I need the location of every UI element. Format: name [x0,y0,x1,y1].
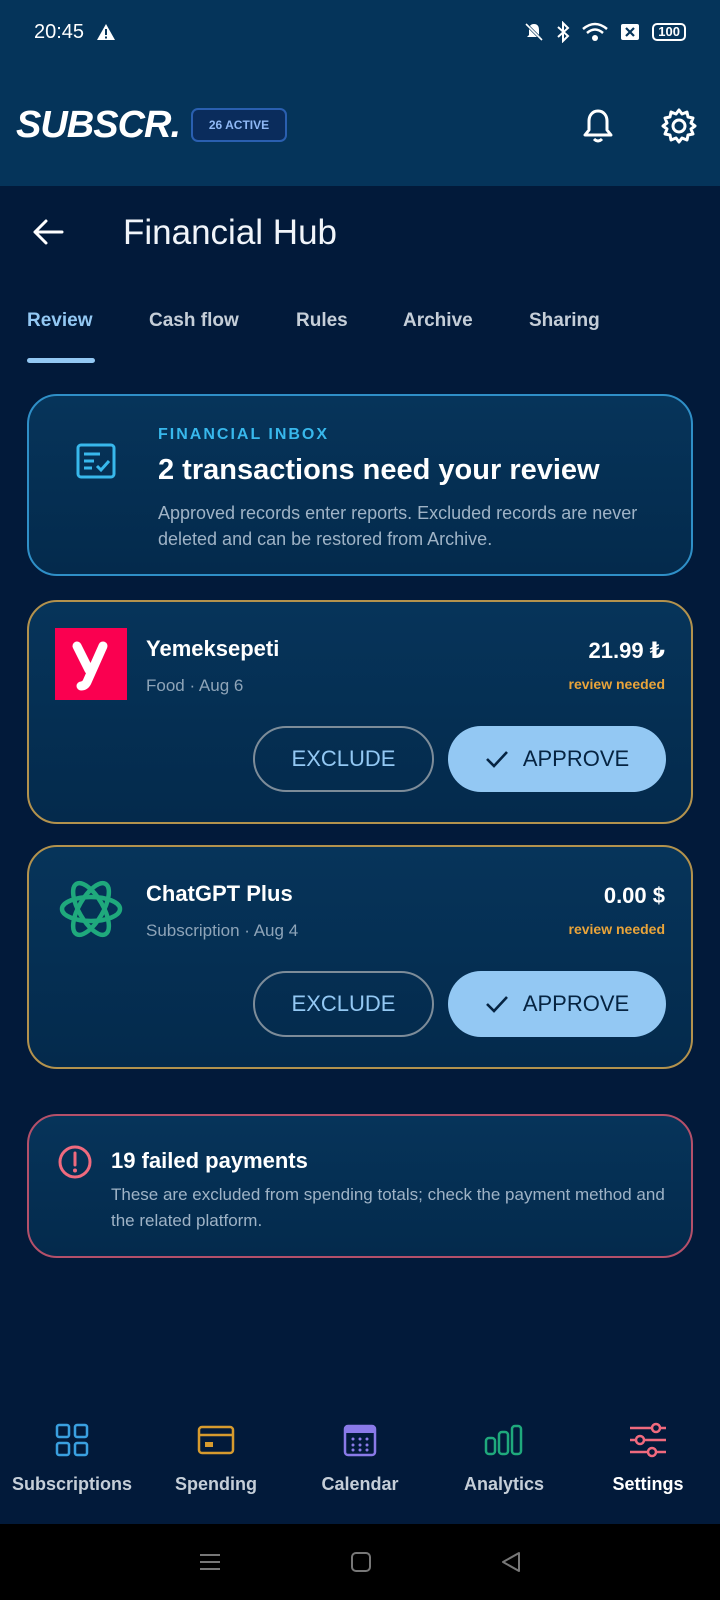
arrow-left-icon [33,219,64,245]
gear-icon [661,108,697,144]
page-title: Financial Hub [123,213,337,252]
tab-rules[interactable]: Rules [296,310,348,332]
tab-sharing[interactable]: Sharing [529,310,600,332]
battery-indicator: 100 [652,23,686,41]
failed-payments-card[interactable]: 19 failed payments These are excluded fr… [27,1114,693,1258]
tab-archive[interactable]: Archive [403,310,473,332]
app-logo: SUBSCR. [16,104,181,146]
inbox-kicker: FINANCIAL INBOX [158,426,330,443]
grid-icon [50,1418,94,1462]
openai-logo [55,873,127,945]
bell-icon [583,109,613,143]
nav-label: Spending [175,1474,257,1494]
wifi-icon [582,22,609,41]
system-nav-bar [0,1524,720,1600]
tab-cash-flow[interactable]: Cash flow [149,310,239,332]
checklist-icon [76,443,116,483]
settings-button[interactable] [659,106,699,146]
alert-circle-icon [57,1144,93,1180]
transaction-amount: 0.00 $ [603,883,665,908]
approve-button[interactable]: APPROVE [448,971,666,1037]
transaction-name: Yemeksepeti [146,636,280,661]
calendar-icon [338,1418,382,1462]
nav-calendar[interactable]: Calendar [288,1418,432,1495]
transaction-name: ChatGPT Plus [146,881,293,906]
transaction-card: Yemeksepeti Food · Aug 6 21.99 ₺ review … [27,600,693,824]
transaction-meta: Subscription · Aug 4 [146,921,299,940]
nav-label: Analytics [463,1474,545,1494]
nav-spending[interactable]: Spending [144,1418,288,1495]
exclude-label: EXCLUDE [291,746,396,771]
transaction-status: review needed [568,676,666,692]
app-header: SUBSCR. 26 ACTIVE [0,64,720,186]
back-icon[interactable] [500,1551,522,1573]
check-icon [485,751,508,768]
approve-label: APPROVE [522,746,630,771]
exclude-button[interactable]: EXCLUDE [253,726,434,792]
approve-button[interactable]: APPROVE [448,726,666,792]
sliders-icon [626,1418,670,1462]
nav-label: Subscriptions [11,1474,132,1494]
back-button[interactable] [28,212,68,252]
exclude-button[interactable]: EXCLUDE [253,971,434,1037]
card-icon [194,1418,238,1462]
yemeksepeti-logo [55,628,127,700]
transaction-status: review needed [568,921,666,937]
tab-review[interactable]: Review [27,310,92,332]
status-bar: 20:45 100 [0,0,720,64]
transaction-meta: Food · Aug 6 [146,676,244,695]
warning-icon [97,24,116,40]
check-icon [485,996,508,1013]
bluetooth-icon [557,21,570,43]
home-icon[interactable] [350,1551,372,1573]
nav-label: Calendar [321,1474,399,1494]
notifications-button[interactable] [578,106,618,146]
approve-label: APPROVE [522,991,630,1016]
transaction-amount: 21.99 ₺ [588,638,665,663]
failed-title: 19 failed payments [111,1148,308,1173]
inbox-title: 2 transactions need your review [158,454,600,486]
nav-label: Settings [612,1474,684,1494]
bottom-nav: Subscriptions Spending Calendar Analytic… [0,1400,720,1524]
financial-inbox-card: FINANCIAL INBOX 2 transactions need your… [27,394,693,576]
active-count-badge: 26 ACTIVE [191,108,287,142]
failed-description: These are excluded from spending totals;… [111,1185,665,1230]
sim-off-icon [621,24,640,40]
tab-bar: Review Cash flow Rules Archive Sharing [0,298,720,364]
menu-icon[interactable] [198,1552,222,1572]
nav-subscriptions[interactable]: Subscriptions [0,1418,144,1495]
nav-settings[interactable]: Settings [576,1418,720,1495]
nav-analytics[interactable]: Analytics [432,1418,576,1495]
exclude-label: EXCLUDE [291,991,396,1016]
status-time: 20:45 [34,20,85,43]
title-bar: Financial Hub [0,186,720,286]
inbox-description: Approved records enter reports. Excluded… [158,503,638,549]
active-tab-indicator [27,358,95,363]
bar-chart-icon [482,1418,526,1462]
transaction-card: ChatGPT Plus Subscription · Aug 4 0.00 $… [27,845,693,1069]
mute-icon [525,22,544,42]
